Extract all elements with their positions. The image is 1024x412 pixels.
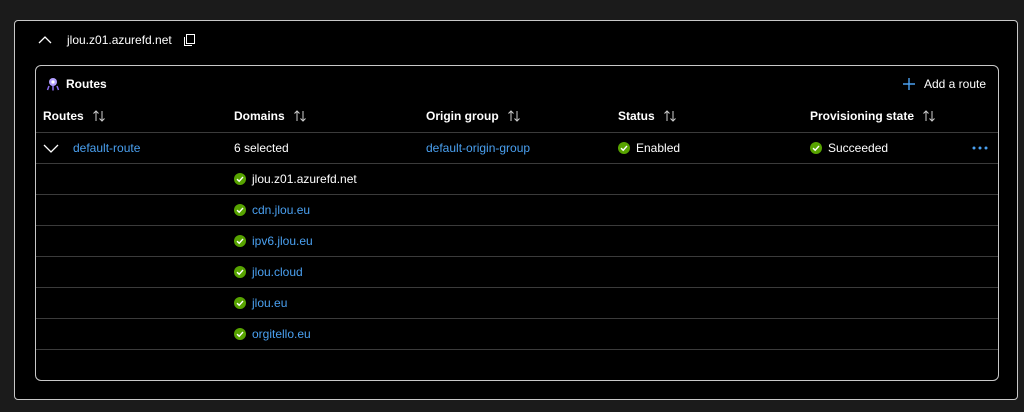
routes-title: Routes (66, 77, 107, 91)
column-header-domains[interactable]: Domains (234, 100, 307, 132)
routes-grid: Routes Domains Origin group Status Provi… (36, 100, 998, 350)
column-header-label: Domains (234, 109, 285, 123)
domain-row: ipv6.jlou.eu (36, 226, 998, 257)
column-header-label: Routes (43, 109, 84, 123)
route-name-link[interactable]: default-route (73, 141, 140, 155)
success-icon (234, 328, 246, 340)
domain-link[interactable]: ipv6.jlou.eu (252, 234, 313, 248)
domain-link[interactable]: cdn.jlou.eu (252, 203, 310, 217)
domain-link[interactable]: jlou.cloud (252, 265, 303, 279)
provisioning-text: Succeeded (828, 141, 889, 155)
status-text: Enabled (636, 141, 681, 155)
column-header-label: Provisioning state (810, 109, 915, 123)
column-header-origin-group[interactable]: Origin group (426, 100, 521, 132)
domain-name: jlou.z01.azurefd.net (252, 172, 357, 186)
domain-cell: ipv6.jlou.eu (234, 226, 313, 256)
grid-header-row: Routes Domains Origin group Status Provi… (36, 100, 998, 133)
copy-icon[interactable] (182, 33, 196, 47)
sort-icon[interactable] (922, 110, 936, 122)
endpoint-panel: jlou.z01.azurefd.net Routes Add a route … (14, 20, 1018, 400)
domain-cell: cdn.jlou.eu (234, 195, 310, 225)
chevron-down-icon[interactable] (43, 140, 59, 156)
domain-row: jlou.z01.azurefd.net (36, 164, 998, 195)
column-header-routes[interactable]: Routes (43, 100, 106, 132)
column-header-provisioning-state[interactable]: Provisioning state (810, 100, 936, 132)
success-icon (234, 297, 246, 309)
success-icon (234, 204, 246, 216)
domain-link[interactable]: orgitello.eu (252, 327, 311, 341)
success-icon (234, 235, 246, 247)
column-header-label: Status (618, 109, 655, 123)
sort-icon[interactable] (663, 110, 677, 122)
domain-row: cdn.jlou.eu (36, 195, 998, 226)
status-cell: Enabled (618, 133, 680, 163)
sort-icon[interactable] (92, 110, 106, 122)
success-icon (618, 142, 630, 154)
routes-card: Routes Add a route Routes Domains Origin… (35, 65, 999, 381)
provisioning-cell: Succeeded (810, 133, 888, 163)
column-header-status[interactable]: Status (618, 100, 677, 132)
domain-cell: jlou.z01.azurefd.net (234, 164, 357, 194)
route-row: default-route 6 selected default-origin-… (36, 133, 998, 164)
domain-row: jlou.eu (36, 288, 998, 319)
origin-group-link[interactable]: default-origin-group (426, 141, 530, 155)
success-icon (234, 173, 246, 185)
domain-cell: orgitello.eu (234, 319, 311, 349)
add-route-button[interactable]: Add a route (902, 74, 986, 94)
chevron-up-icon[interactable] (37, 32, 53, 48)
success-icon (234, 266, 246, 278)
domain-row: jlou.cloud (36, 257, 998, 288)
domain-row: orgitello.eu (36, 319, 998, 350)
plus-icon (902, 77, 916, 91)
sort-icon[interactable] (293, 110, 307, 122)
endpoint-name: jlou.z01.azurefd.net (67, 33, 172, 47)
origin-group-cell: default-origin-group (426, 133, 530, 163)
add-route-label: Add a route (923, 77, 986, 91)
routes-icon (46, 77, 60, 91)
domain-cell: jlou.cloud (234, 257, 303, 287)
route-cell: default-route (43, 133, 140, 163)
domain-cell: jlou.eu (234, 288, 287, 318)
routes-card-title: Routes (46, 76, 107, 92)
sort-icon[interactable] (507, 110, 521, 122)
domain-link[interactable]: jlou.eu (252, 296, 287, 310)
column-header-label: Origin group (426, 109, 499, 123)
endpoint-header: jlou.z01.azurefd.net (37, 31, 196, 49)
domains-summary: 6 selected (234, 141, 289, 155)
more-icon[interactable] (972, 133, 988, 163)
success-icon (810, 142, 822, 154)
